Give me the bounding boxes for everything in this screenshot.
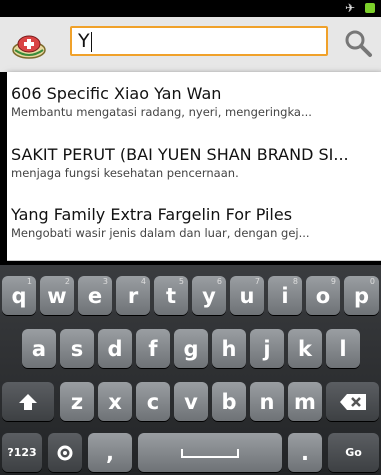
suggestion-subtitle: Mengobati wasir jenis dalam dan luar, de… xyxy=(11,226,310,240)
text-caret xyxy=(90,31,92,52)
key-d[interactable]: d xyxy=(98,329,132,368)
key-r[interactable]: r4 xyxy=(116,276,150,315)
key-label: j xyxy=(263,336,271,361)
key-u[interactable]: u7 xyxy=(230,276,264,315)
key-label: y xyxy=(202,283,216,308)
key-f[interactable]: f xyxy=(136,329,170,368)
key-label: x xyxy=(108,389,122,414)
key-i[interactable]: i8 xyxy=(268,276,302,315)
search-button[interactable] xyxy=(337,26,379,60)
key-g[interactable]: g xyxy=(174,329,208,368)
search-bar: Y xyxy=(0,17,381,72)
key-label: q xyxy=(11,283,27,308)
suggestion-list: 606 Specific Xiao Yan Wan Membantu menga… xyxy=(7,72,381,261)
key-label: r xyxy=(127,283,139,308)
suggestion-item[interactable]: 606 Specific Xiao Yan Wan Membantu menga… xyxy=(7,84,381,119)
airplane-icon: ✈ xyxy=(344,1,355,15)
key-m[interactable]: m xyxy=(288,382,322,421)
search-input-value: Y xyxy=(78,30,90,52)
key-label: h xyxy=(221,336,237,361)
key-label: k xyxy=(298,336,312,361)
key-hint: 5 xyxy=(178,277,184,286)
settings-key[interactable] xyxy=(48,433,82,472)
key-t[interactable]: t5 xyxy=(154,276,188,315)
key-c[interactable]: c xyxy=(136,382,170,421)
soft-keyboard: q1 w2 e3 r4 t5 y6 u7 i8 o9 p0 a s d f g … xyxy=(0,265,381,475)
key-s[interactable]: s xyxy=(60,329,94,368)
battery-icon xyxy=(365,3,375,13)
backspace-icon xyxy=(339,393,366,410)
key-hint: 8 xyxy=(292,277,298,286)
key-y[interactable]: y6 xyxy=(192,276,226,315)
shift-icon xyxy=(19,393,37,410)
key-hint: 6 xyxy=(216,277,222,286)
key-z[interactable]: z xyxy=(60,382,94,421)
key-label: . xyxy=(301,440,309,465)
suggestion-title: 606 Specific Xiao Yan Wan xyxy=(11,84,222,103)
settings-icon xyxy=(57,445,73,460)
key-label: z xyxy=(70,389,84,414)
key-label: a xyxy=(31,336,47,361)
suggestion-item[interactable]: Yang Family Extra Fargelin For Piles Men… xyxy=(7,205,381,240)
suggestion-title: Yang Family Extra Fargelin For Piles xyxy=(11,205,293,224)
key-hint: 9 xyxy=(330,277,336,286)
key-v[interactable]: v xyxy=(174,382,208,421)
key-hint: 4 xyxy=(140,277,146,286)
key-q[interactable]: q1 xyxy=(2,276,36,315)
key-label: , xyxy=(106,440,114,465)
key-l[interactable]: l xyxy=(326,329,360,368)
key-label: m xyxy=(294,389,316,414)
key-hint: 7 xyxy=(254,277,260,286)
key-label: d xyxy=(107,336,123,361)
key-label: g xyxy=(183,336,199,361)
key-label: l xyxy=(339,336,347,361)
key-o[interactable]: o9 xyxy=(306,276,340,315)
key-label: o xyxy=(315,283,331,308)
search-input[interactable]: Y xyxy=(70,26,328,56)
key-h[interactable]: h xyxy=(212,329,246,368)
key-label: s xyxy=(70,336,84,361)
key-label: w xyxy=(47,283,67,308)
shift-key[interactable] xyxy=(2,382,54,421)
comma-key[interactable]: , xyxy=(88,433,132,472)
key-a[interactable]: a xyxy=(22,329,56,368)
key-j[interactable]: j xyxy=(250,329,284,368)
key-label: p xyxy=(353,283,370,308)
suggestion-subtitle: Membantu mengatasi radang, nyeri, menger… xyxy=(11,105,312,119)
numbers-key[interactable]: ?123 xyxy=(2,433,42,472)
key-b[interactable]: b xyxy=(212,382,246,421)
search-icon xyxy=(345,30,372,57)
key-label: c xyxy=(146,389,160,414)
suggestion-item[interactable]: SAKIT PERUT (BAI YUEN SHAN BRAND SI... m… xyxy=(7,145,381,180)
key-n[interactable]: n xyxy=(250,382,284,421)
space-key[interactable] xyxy=(138,433,282,472)
key-w[interactable]: w2 xyxy=(40,276,74,315)
key-label: t xyxy=(165,283,177,308)
key-label: v xyxy=(184,389,198,414)
key-hint: 3 xyxy=(102,277,108,286)
key-label: ?123 xyxy=(7,446,37,459)
status-bar: ✈ xyxy=(0,0,381,17)
key-label: f xyxy=(148,336,158,361)
key-e[interactable]: e3 xyxy=(78,276,112,315)
key-label: e xyxy=(87,283,103,308)
key-hint: 0 xyxy=(369,277,375,286)
key-label: n xyxy=(259,389,275,414)
key-hint: 1 xyxy=(26,277,32,286)
suggestion-title: SAKIT PERUT (BAI YUEN SHAN BRAND SI... xyxy=(11,145,349,164)
key-p[interactable]: p0 xyxy=(344,276,379,315)
key-label: b xyxy=(221,389,237,414)
key-label: u xyxy=(239,283,255,308)
app-logo-icon[interactable] xyxy=(8,27,50,63)
key-k[interactable]: k xyxy=(288,329,322,368)
suggestion-subtitle: menjaga fungsi kesehatan pencernaan. xyxy=(11,166,239,180)
period-key[interactable]: . xyxy=(288,433,322,472)
go-key[interactable]: Go xyxy=(328,433,379,472)
key-hint: 2 xyxy=(64,277,70,286)
key-x[interactable]: x xyxy=(98,382,132,421)
key-label: Go xyxy=(345,446,362,459)
delete-key[interactable] xyxy=(326,382,379,421)
key-label: i xyxy=(281,283,289,308)
space-icon xyxy=(181,448,239,458)
